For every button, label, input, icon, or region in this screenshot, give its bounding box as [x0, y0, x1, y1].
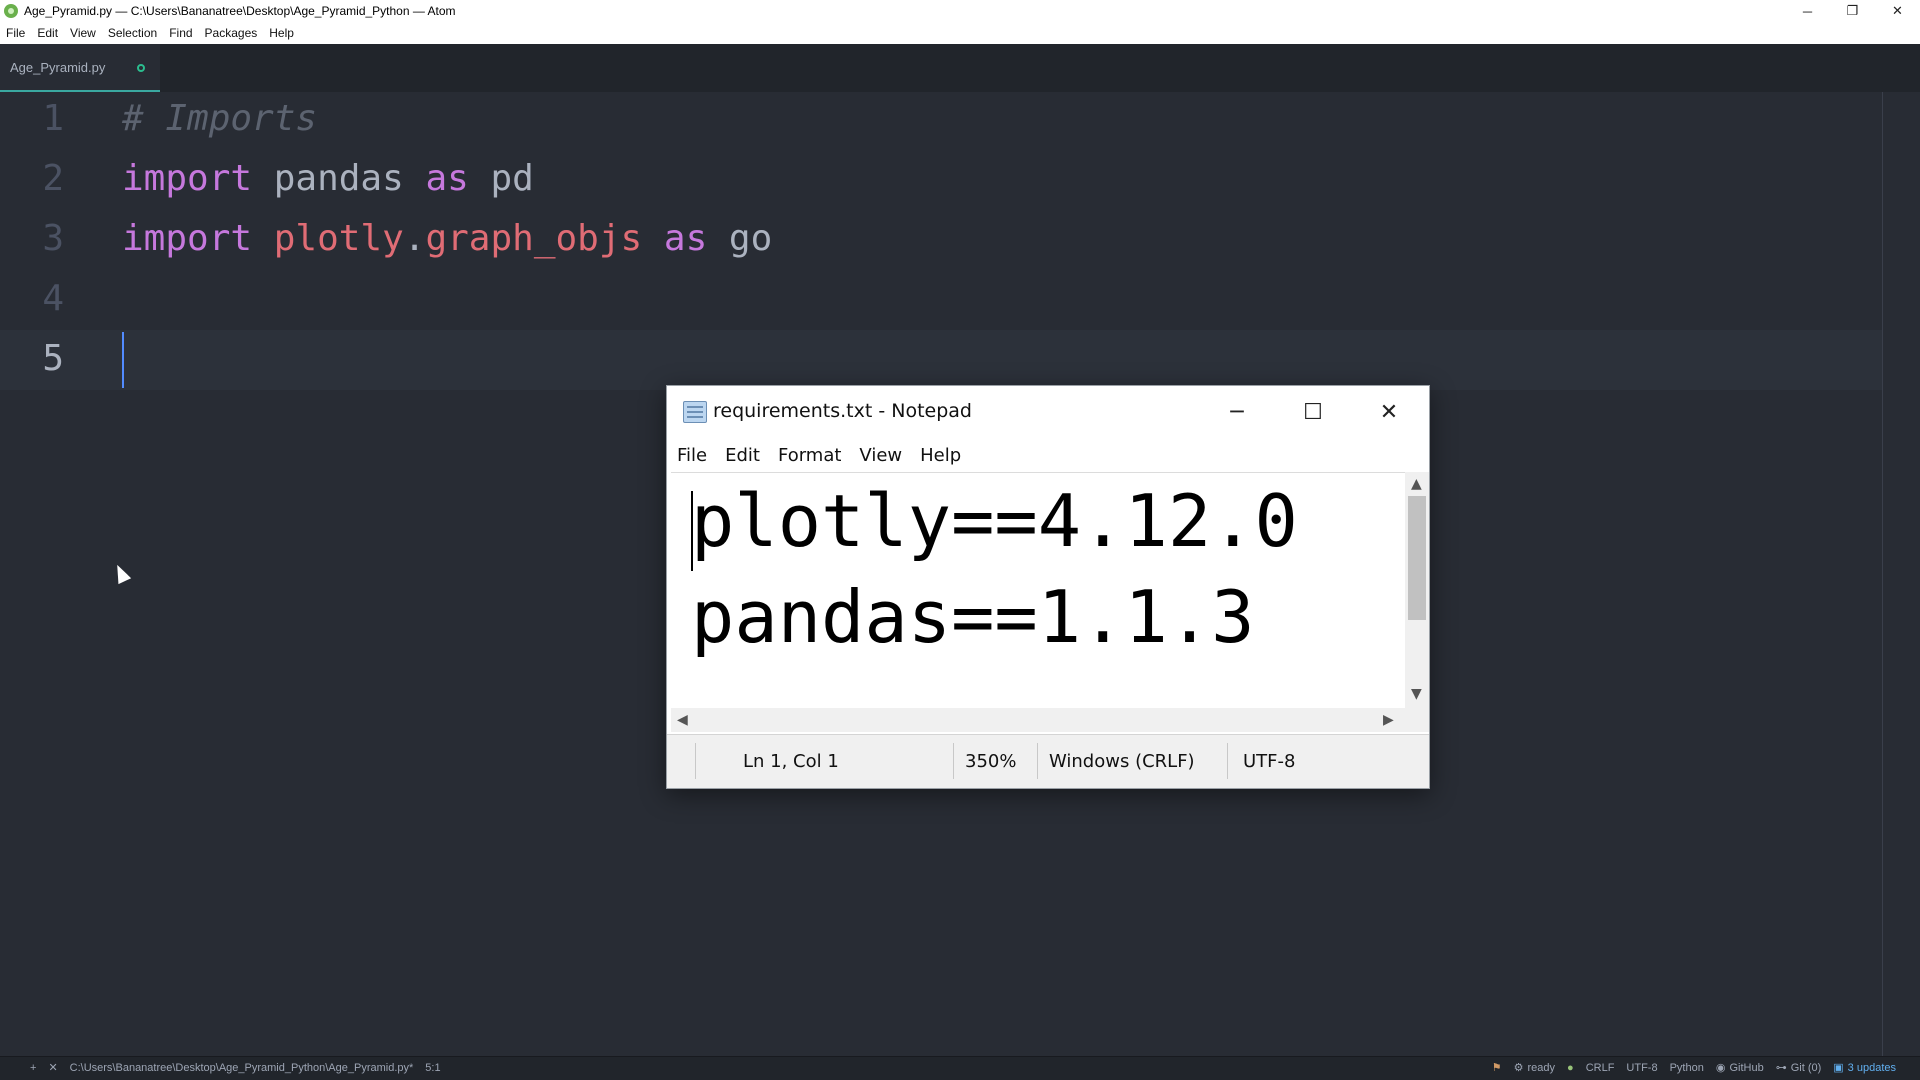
status-dot-icon: ● [1567, 1061, 1574, 1074]
menu-help[interactable]: Help [269, 26, 294, 40]
text-caret [122, 332, 124, 388]
tab-bar: Age_Pyramid.py [0, 44, 1920, 92]
notepad-close-icon[interactable]: ✕ [1359, 394, 1419, 430]
code-line-3: import plotly.graph_objs as go [122, 218, 772, 259]
code-line-2: import pandas as pd [122, 158, 534, 199]
github-icon: ◉ [1715, 1062, 1726, 1074]
status-cursor-position[interactable]: 5:1 [425, 1062, 440, 1074]
line-number-1: 1 [42, 98, 64, 139]
status-ready-label: ready [1527, 1062, 1556, 1074]
vertical-scroll-thumb[interactable] [1408, 496, 1426, 620]
close-file-icon[interactable]: ✕ [48, 1061, 57, 1074]
code-token-module: graph_objs [425, 218, 643, 259]
atom-title-bar: Age_Pyramid.py — C:\Users\Bananatree\Des… [0, 0, 1920, 22]
line-number-5: 5 [42, 338, 64, 379]
code-token-keyword: import [122, 158, 253, 199]
notepad-window: requirements.txt - Notepad ─ ☐ ✕ File Ed… [666, 385, 1430, 789]
notepad-cursor-position: Ln 1, Col 1 [743, 751, 839, 772]
status-right: ⚑ ⚙ ready ● CRLF UTF-8 Python ◉ GitHub ⊶ Gi… [1492, 1061, 1908, 1075]
status-updates[interactable]: ▣ 3 updates [1833, 1061, 1896, 1074]
menu-selection[interactable]: Selection [108, 26, 157, 40]
notepad-menu-file[interactable]: File [677, 445, 707, 466]
notepad-menu-format[interactable]: Format [778, 445, 841, 466]
code-token-comment: # Imports [122, 98, 318, 139]
notepad-menu-edit[interactable]: Edit [725, 445, 760, 466]
notepad-zoom-level: 350% [965, 751, 1017, 772]
status-divider [695, 743, 696, 779]
status-divider [1037, 743, 1038, 779]
notepad-vertical-scrollbar[interactable]: ▲ ▼ [1405, 472, 1429, 708]
code-token-keyword: import [122, 218, 253, 259]
status-file-path[interactable]: C:\Users\Bananatree\Desktop\Age_Pyramid_… [70, 1062, 414, 1074]
scroll-right-icon[interactable]: ▶ [1383, 712, 1394, 728]
package-icon: ▣ [1833, 1062, 1844, 1074]
status-line-ending[interactable]: CRLF [1586, 1062, 1615, 1074]
status-updates-label: 3 updates [1847, 1062, 1896, 1074]
modified-dot-icon[interactable] [137, 64, 145, 72]
window-title: Age_Pyramid.py — C:\Users\Bananatree\Des… [24, 4, 456, 18]
tab-age-pyramid[interactable]: Age_Pyramid.py [0, 44, 160, 90]
status-git-label: Git (0) [1790, 1062, 1822, 1074]
menu-edit[interactable]: Edit [37, 26, 58, 40]
cursor-line-highlight [0, 330, 1882, 390]
menu-packages[interactable]: Packages [205, 26, 258, 40]
status-grammar[interactable]: Python [1670, 1062, 1704, 1074]
notepad-app-icon [683, 401, 707, 423]
status-git[interactable]: ⊶ Git (0) [1776, 1061, 1822, 1074]
status-divider [1227, 743, 1228, 779]
menu-find[interactable]: Find [169, 26, 192, 40]
bug-icon[interactable]: ⚑ [1492, 1061, 1502, 1074]
menu-view[interactable]: View [70, 26, 96, 40]
menu-file[interactable]: File [6, 26, 25, 40]
requirement-line-plotly: plotly==4.12.0 [691, 479, 1298, 563]
notepad-line-ending: Windows (CRLF) [1049, 751, 1195, 772]
wrap-guide [1882, 92, 1883, 1060]
code-token-keyword: as [425, 158, 469, 199]
line-number-3: 3 [42, 218, 64, 259]
notepad-maximize-icon[interactable]: ☐ [1283, 394, 1343, 430]
notepad-encoding: UTF-8 [1243, 751, 1296, 772]
minimize-icon[interactable]: ─ [1785, 0, 1830, 22]
notepad-status-bar: Ln 1, Col 1 350% Windows (CRLF) UTF-8 [667, 734, 1429, 788]
notepad-minimize-icon[interactable]: ─ [1207, 394, 1267, 430]
status-github[interactable]: ◉ GitHub [1716, 1061, 1764, 1074]
notepad-text-area[interactable]: plotly==4.12.0 pandas==1.1.3 [671, 472, 1407, 708]
code-token-plain: pandas [252, 158, 426, 199]
plug-icon: ⚙ [1513, 1062, 1524, 1074]
status-left: + ✕ C:\Users\Bananatree\Desktop\Age_Pyra… [30, 1061, 453, 1075]
git-icon: ⊶ [1775, 1062, 1787, 1074]
notepad-menubar: File Edit Format View Help [667, 438, 1429, 472]
requirement-line-pandas: pandas==1.1.3 [691, 575, 1255, 659]
atom-app-icon [4, 4, 18, 18]
line-number-2: 2 [42, 158, 64, 199]
scroll-up-icon[interactable]: ▲ [1411, 476, 1422, 492]
atom-status-bar: + ✕ C:\Users\Bananatree\Desktop\Age_Pyra… [0, 1056, 1920, 1080]
code-line-1: # Imports [122, 98, 317, 139]
scroll-left-icon[interactable]: ◀ [677, 712, 688, 728]
notepad-menu-help[interactable]: Help [920, 445, 961, 466]
close-icon[interactable]: ✕ [1875, 0, 1920, 22]
status-encoding[interactable]: UTF-8 [1626, 1062, 1657, 1074]
restore-icon[interactable]: ❐ [1830, 0, 1875, 22]
add-icon[interactable]: + [30, 1062, 36, 1074]
status-ready[interactable]: ⚙ ready [1514, 1061, 1555, 1074]
code-token-keyword: as [663, 218, 708, 259]
tab-label: Age_Pyramid.py [10, 59, 106, 75]
status-github-label: GitHub [1729, 1062, 1764, 1074]
notepad-menu-view[interactable]: View [859, 445, 902, 466]
code-token-plain: pd [468, 158, 534, 199]
notepad-title-bar[interactable]: requirements.txt - Notepad ─ ☐ ✕ [667, 386, 1429, 438]
notepad-horizontal-scrollbar[interactable]: ◀ ▶ [671, 708, 1405, 732]
scroll-down-icon[interactable]: ▼ [1411, 686, 1422, 702]
line-number-4: 4 [42, 278, 64, 319]
code-token-module: plotly [252, 218, 404, 259]
window-controls: ─ ❐ ✕ [1785, 0, 1920, 22]
code-token-plain: go [707, 218, 773, 259]
scrollbar-corner [1405, 708, 1429, 732]
code-token-plain: . [403, 218, 426, 259]
atom-menubar: File Edit View Selection Find Packages H… [0, 22, 1920, 44]
status-divider [953, 743, 954, 779]
notepad-title: requirements.txt - Notepad [713, 400, 972, 422]
